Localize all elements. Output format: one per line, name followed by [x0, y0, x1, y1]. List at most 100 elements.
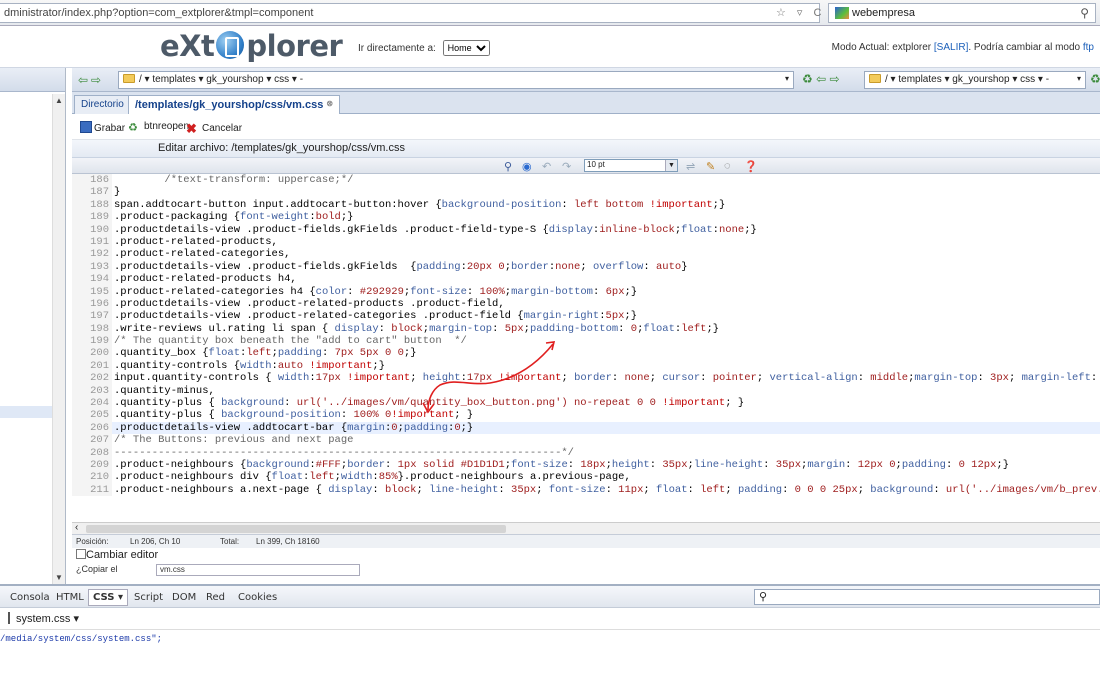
scroll-down-icon[interactable]: ▼ — [55, 573, 63, 582]
path-combo-right[interactable]: / ▾ templates ▾ gk_yourshop ▾ css ▾ - ▾ — [864, 71, 1086, 89]
tab-strip: Directorio /templates/gk_yourshop/css/vm… — [72, 92, 1100, 114]
wrap-icon[interactable]: ⇌ — [686, 160, 695, 173]
firebug-search-input[interactable]: ⚲ — [754, 589, 1100, 605]
search-icon[interactable]: ⚲ — [1080, 6, 1089, 20]
tree-scrollbar[interactable]: ▲ ▼ — [52, 94, 65, 584]
code-line[interactable]: 201 .quantity-controls {width:auto !impor… — [72, 359, 1100, 373]
code-line[interactable]: 196 .productdetails-view .product-related… — [72, 297, 1100, 311]
code-line[interactable]: 190 .productdetails-view .product-fields.… — [72, 223, 1100, 236]
edit-file-label: Editar archivo: /templates/gk_yourshop/c… — [72, 140, 1100, 158]
save-button[interactable]: Grabar — [80, 121, 125, 134]
line-number: 200 — [72, 347, 112, 360]
tab-directory[interactable]: Directorio — [74, 95, 131, 114]
code-line[interactable]: 191 .product-related-products, — [72, 235, 1100, 249]
line-text: .quantity-controls {width:auto !importan… — [114, 359, 385, 372]
css-file-selector[interactable]: system.css ▾ — [0, 608, 1100, 630]
search-engine-icon[interactable] — [835, 7, 849, 20]
code-line[interactable]: 199/* The quantity box beneath the "add … — [72, 335, 1100, 348]
back-forward-icons[interactable]: ⇦⇨ — [78, 73, 104, 87]
code-line[interactable]: 188 span.addtocart-button input.addtocart… — [72, 198, 1100, 212]
stylesheet-icon — [8, 612, 10, 624]
code-line[interactable]: 195 .product-related-categories h4 {color… — [72, 285, 1100, 298]
tab-red[interactable]: Red — [206, 592, 225, 603]
code-line[interactable]: 197 .productdetails-view .product-related… — [72, 310, 1100, 323]
goto-directory: Ir directamente a: Home — [358, 40, 490, 56]
reopen-icon: ♻ — [128, 122, 138, 134]
line-number: 206 — [72, 421, 112, 435]
highlight-icon[interactable]: ✎ — [706, 160, 715, 173]
scroll-up-icon[interactable]: ▲ — [55, 96, 63, 105]
path-toolbar: ⇦⇨ / ▾ templates ▾ gk_yourshop ▾ css ▾ -… — [72, 68, 1100, 92]
code-line[interactable]: 204 .quantity-plus { background: url('../… — [72, 397, 1100, 410]
code-line[interactable]: 210 .product-neighbours div {float:left;w… — [72, 471, 1100, 484]
line-text: .quantity-plus { background-position: 10… — [114, 409, 474, 422]
logout-link[interactable]: [SALIR] — [934, 42, 968, 53]
code-line[interactable]: 189 .product-packaging {font-weight:bold;… — [72, 211, 1100, 224]
goto-label: Ir directamente a: — [358, 43, 436, 54]
line-number: 207 — [72, 434, 112, 447]
code-line[interactable]: 200 .quantity_box {float:left;padding: 7p… — [72, 347, 1100, 360]
reset-icon[interactable]: ◌ — [724, 160, 731, 172]
code-line[interactable]: 187} — [72, 186, 1100, 199]
code-line[interactable]: 203 .quantity-minus, — [72, 384, 1100, 398]
line-number: 196 — [72, 297, 112, 311]
code-editor[interactable]: 186 /*text-transform: uppercase;*/187} 18… — [72, 174, 1100, 522]
font-size-select[interactable]: 10 pt ▼ — [584, 159, 678, 172]
path-combo-left[interactable]: / ▾ templates ▾ gk_yourshop ▾ css ▾ - ▾ — [118, 71, 794, 89]
code-line[interactable]: 193 .productdetails-view .product-fields.… — [72, 260, 1100, 274]
change-editor-checkbox[interactable] — [76, 549, 86, 559]
code-line[interactable]: 198 .write-reviews ul.rating li span { di… — [72, 322, 1100, 336]
code-line[interactable]: 192 .product-related-categories, — [72, 248, 1100, 261]
tab-consola[interactable]: Consola — [10, 592, 50, 603]
editor-toolbar: ⚲ ◉ ↶ ↷ 10 pt ▼ ⇌ ✎ ◌ ❓ — [72, 158, 1100, 174]
find-icon[interactable]: ⚲ — [504, 160, 512, 173]
close-tab-icon[interactable]: ⊗ — [326, 99, 333, 108]
help-icon[interactable]: ❓ — [744, 160, 758, 173]
line-number: 186 — [72, 174, 112, 187]
firebug-panel: Consola HTML CSS ▾ Script DOM Red Cookie… — [0, 584, 1100, 690]
url-bar[interactable]: dministrator/index.php?option=com_extplo… — [0, 3, 820, 23]
refresh-nav-icons[interactable]: ♻ ⇦ ⇨ — [802, 72, 840, 86]
line-text: .product-neighbours {background:#FFF;bor… — [114, 458, 1009, 471]
code-line[interactable]: 207/* The Buttons: previous and next pag… — [72, 434, 1100, 447]
code-line[interactable]: 186 /*text-transform: uppercase;*/ — [72, 174, 1100, 187]
undo-icon[interactable]: ↶ — [542, 160, 551, 173]
tab-vm-css[interactable]: /templates/gk_yourshop/css/vm.css ⊗ — [128, 95, 341, 114]
tab-script[interactable]: Script — [134, 592, 163, 603]
tab-cookies[interactable]: Cookies — [238, 592, 277, 603]
line-number: 192 — [72, 248, 112, 261]
reopen-button[interactable]: ♻ btnreopen — [128, 121, 189, 134]
ftp-mode-link[interactable]: ftp — [1083, 42, 1094, 53]
hscroll-thumb[interactable] — [86, 525, 506, 533]
line-text: .product-neighbours a.next-page { displa… — [114, 483, 1100, 496]
code-line[interactable]: 209 .product-neighbours {background:#FFF;… — [72, 458, 1100, 472]
dropdown-arrow-icon: ▾ — [784, 74, 789, 83]
line-text: .productdetails-view .product-related-ca… — [114, 310, 638, 323]
tab-dom[interactable]: DOM — [172, 592, 196, 603]
cancel-button[interactable]: ✖ Cancelar — [186, 121, 242, 136]
code-line[interactable]: 194 .product-related-products h4, — [72, 273, 1100, 286]
code-line[interactable]: 208 -------------------------------------… — [72, 446, 1100, 459]
code-line[interactable]: 205 .quantity-plus { background-position:… — [72, 409, 1100, 422]
line-text: .product-related-products, — [114, 235, 278, 248]
code-line[interactable]: 206 .productdetails-view .addtocart-bar {… — [72, 421, 1100, 435]
scroll-left-icon[interactable]: ‹ — [75, 522, 78, 533]
browser-search-box[interactable]: webempresa ⚲ — [828, 3, 1096, 23]
code-line[interactable]: 211 .product-neighbours a.next-page { dis… — [72, 483, 1100, 497]
line-text: input.quantity-controls { width:17px !im… — [114, 372, 1098, 385]
line-number: 203 — [72, 384, 112, 398]
code-line[interactable]: 202 input.quantity-controls { width:17px … — [72, 372, 1100, 385]
copy-row: ¿Copiar el vm.css — [72, 564, 1100, 576]
goto-select[interactable]: Home — [442, 40, 490, 56]
refresh-icon[interactable]: ♻ — [1090, 72, 1100, 86]
editor-hscrollbar[interactable]: ‹ — [72, 522, 1100, 534]
tab-html[interactable]: HTML — [56, 592, 84, 603]
url-controls[interactable]: ☆ ▿ C — [776, 6, 825, 19]
tree-selected-node[interactable] — [0, 406, 52, 418]
tab-css[interactable]: CSS ▾ — [88, 589, 128, 606]
line-number: 194 — [72, 273, 112, 286]
goto-line-icon[interactable]: ◉ — [522, 160, 532, 173]
firebug-tabs: Consola HTML CSS ▾ Script DOM Red Cookie… — [0, 586, 1100, 608]
redo-icon[interactable]: ↷ — [562, 160, 571, 173]
copy-filename-input[interactable]: vm.css — [156, 564, 360, 576]
